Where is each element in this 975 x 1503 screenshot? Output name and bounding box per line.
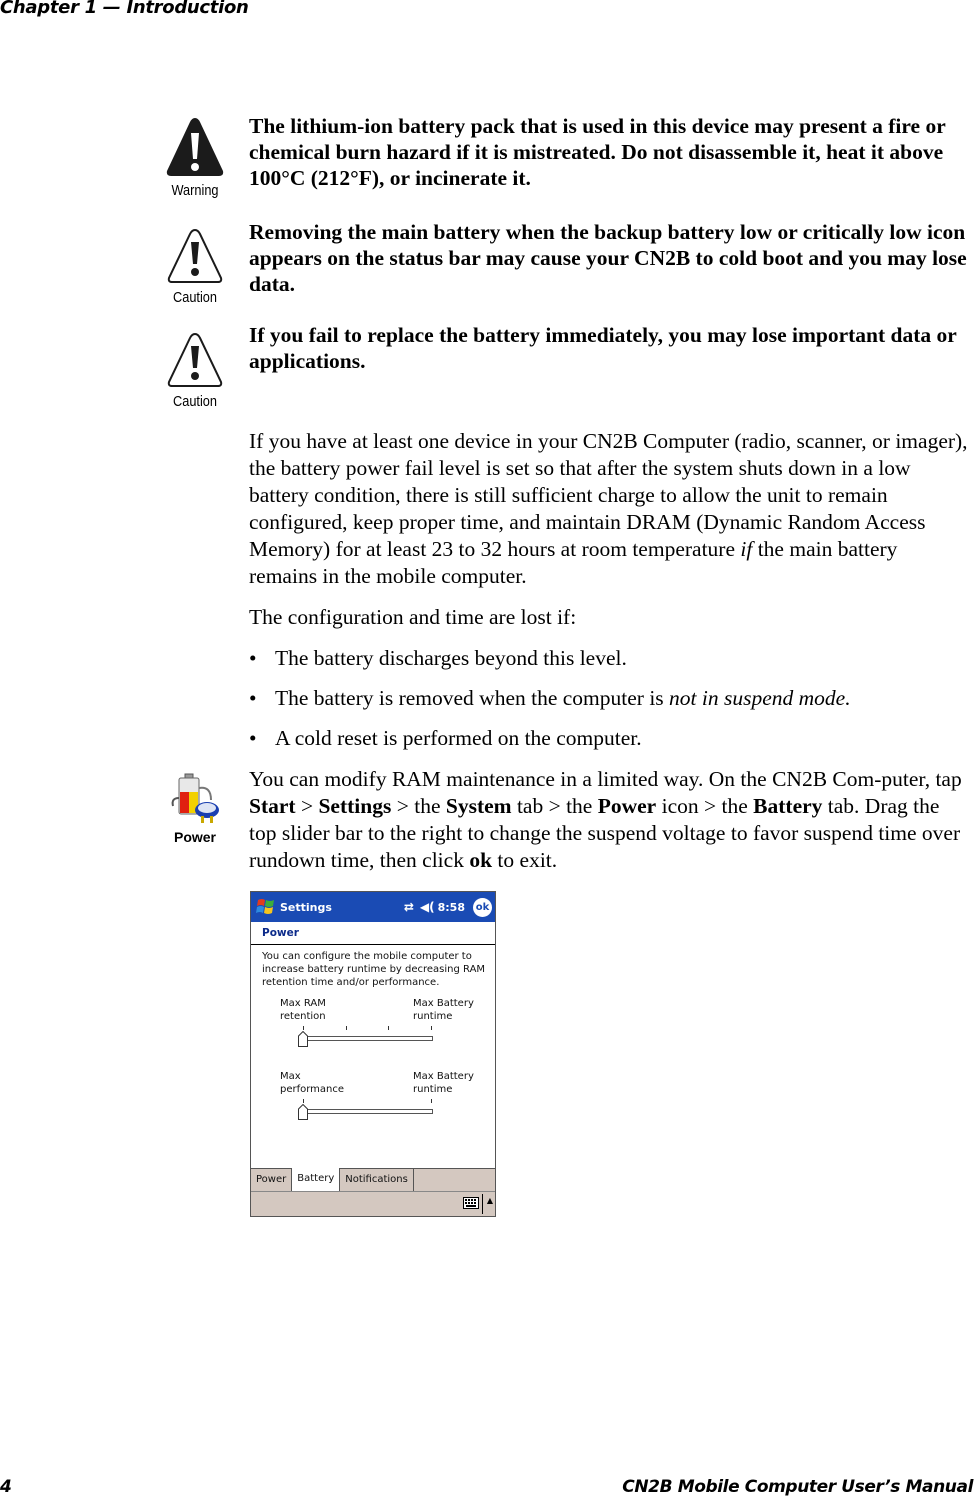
caution-notice-icon-box: Caution [160,330,230,410]
text-run: > [295,794,319,818]
warning-notice-icon-box: Warning [160,115,230,199]
text-run: You can modify RAM maintenance in a limi… [249,767,962,791]
slider-track[interactable] [303,1036,433,1041]
clock-time[interactable]: 8:58 [438,901,465,914]
title-bar: Settings ⇄ ◀( 8:58 ok [251,892,495,922]
warning-label: Warning [171,182,219,199]
bullet-text: The battery is removed when the computer… [275,686,670,710]
slider-tick [431,1099,432,1103]
ui-term-ok: ok [469,848,493,872]
bullet-glyph: • [249,726,257,750]
power-icon-label: Power [173,829,216,845]
title-text: Settings [280,900,332,914]
bullet-item: • A cold reset is performed on the comput… [249,725,642,752]
slider-thumb[interactable] [298,1104,308,1120]
slider-tick [388,1026,390,1030]
warning-text: The lithium-ion battery pack that is use… [249,114,946,190]
slider-tick [303,1099,304,1103]
text-run: > the [391,794,446,818]
text-run: to exit. [492,848,558,872]
ok-button[interactable]: ok [473,897,492,917]
slider2-left-label: Max performance [280,1071,345,1095]
ui-term-system: System [445,794,512,818]
caution-label: Caution [173,393,217,410]
tab-notifications[interactable]: Notifications [340,1169,414,1191]
bullet-item: • The battery discharges beyond this leve… [249,645,627,672]
windows-start-icon[interactable] [255,896,277,918]
slider-tick [345,1026,347,1030]
emphasis: not in suspend mode. [669,686,851,710]
warning-triangle-filled-icon [166,118,224,176]
ui-term-power: Power [597,794,657,818]
text-run: icon > the [656,794,754,818]
bullet-text: A cold reset is performed on the compute… [275,726,642,750]
body-paragraph-1: If you have at least one device in your … [249,428,969,590]
volume-icon[interactable]: ◀( [420,900,435,914]
caution-label: Caution [173,289,217,306]
slider-thumb[interactable] [298,1031,308,1047]
ui-term-settings: Settings [318,794,392,818]
separator [482,1194,483,1214]
caution-triangle-icon [167,332,223,387]
settings-screenshot: Settings ⇄ ◀( 8:58 ok Power You can conf… [250,891,496,1217]
ui-term-battery: Battery [753,794,823,818]
tab-battery[interactable]: Battery [292,1168,341,1191]
slider-tick [431,1026,432,1030]
power-battery-icon [171,773,219,823]
bullet-item: • The battery is removed when the compute… [249,685,851,712]
tab-bar: Power Battery Notifications [251,1168,495,1191]
input-menu-arrow-icon[interactable]: ▲ [487,1196,493,1205]
slider2-right-label: Max Battery runtime [413,1071,474,1095]
caution-text-2: If you fail to replace the battery immed… [249,323,957,373]
ram-retention-slider[interactable] [298,1026,435,1048]
emphasis: if [740,537,753,561]
connectivity-icon[interactable]: ⇄ [404,900,414,914]
text-run: tab > the [511,794,598,818]
command-bar: ▲ [251,1191,495,1216]
caution-text-1: Removing the main battery when the backu… [249,220,967,296]
manual-title: CN2B Mobile Computer User’s Manual [622,1477,973,1497]
page-number: 4 [0,1477,12,1497]
page-subtitle: Power [251,922,495,945]
slider-track[interactable] [303,1109,433,1114]
description-text: You can configure the mobile computer to… [262,951,486,988]
body-paragraph-3: You can modify RAM maintenance in a limi… [249,766,969,874]
slider1-right-label: Max Battery runtime [413,998,474,1022]
power-icon-box: Power [160,768,230,845]
bullet-glyph: • [249,646,257,670]
bullet-glyph: • [249,686,257,710]
bullet-text: The battery discharges beyond this level… [275,646,627,670]
slider1-left-label: Max RAM retention [280,998,326,1022]
body-paragraph-2: The configuration and time are lost if: [249,605,577,629]
caution-notice-icon-box: Caution [160,226,230,306]
chapter-header: Chapter 1 — Introduction [0,0,249,18]
slider-tick [303,1026,304,1030]
tab-power[interactable]: Power [251,1169,293,1191]
caution-triangle-icon [167,228,223,283]
keyboard-icon[interactable] [463,1197,479,1209]
performance-slider[interactable] [298,1099,435,1121]
ui-term-start: Start [249,794,296,818]
